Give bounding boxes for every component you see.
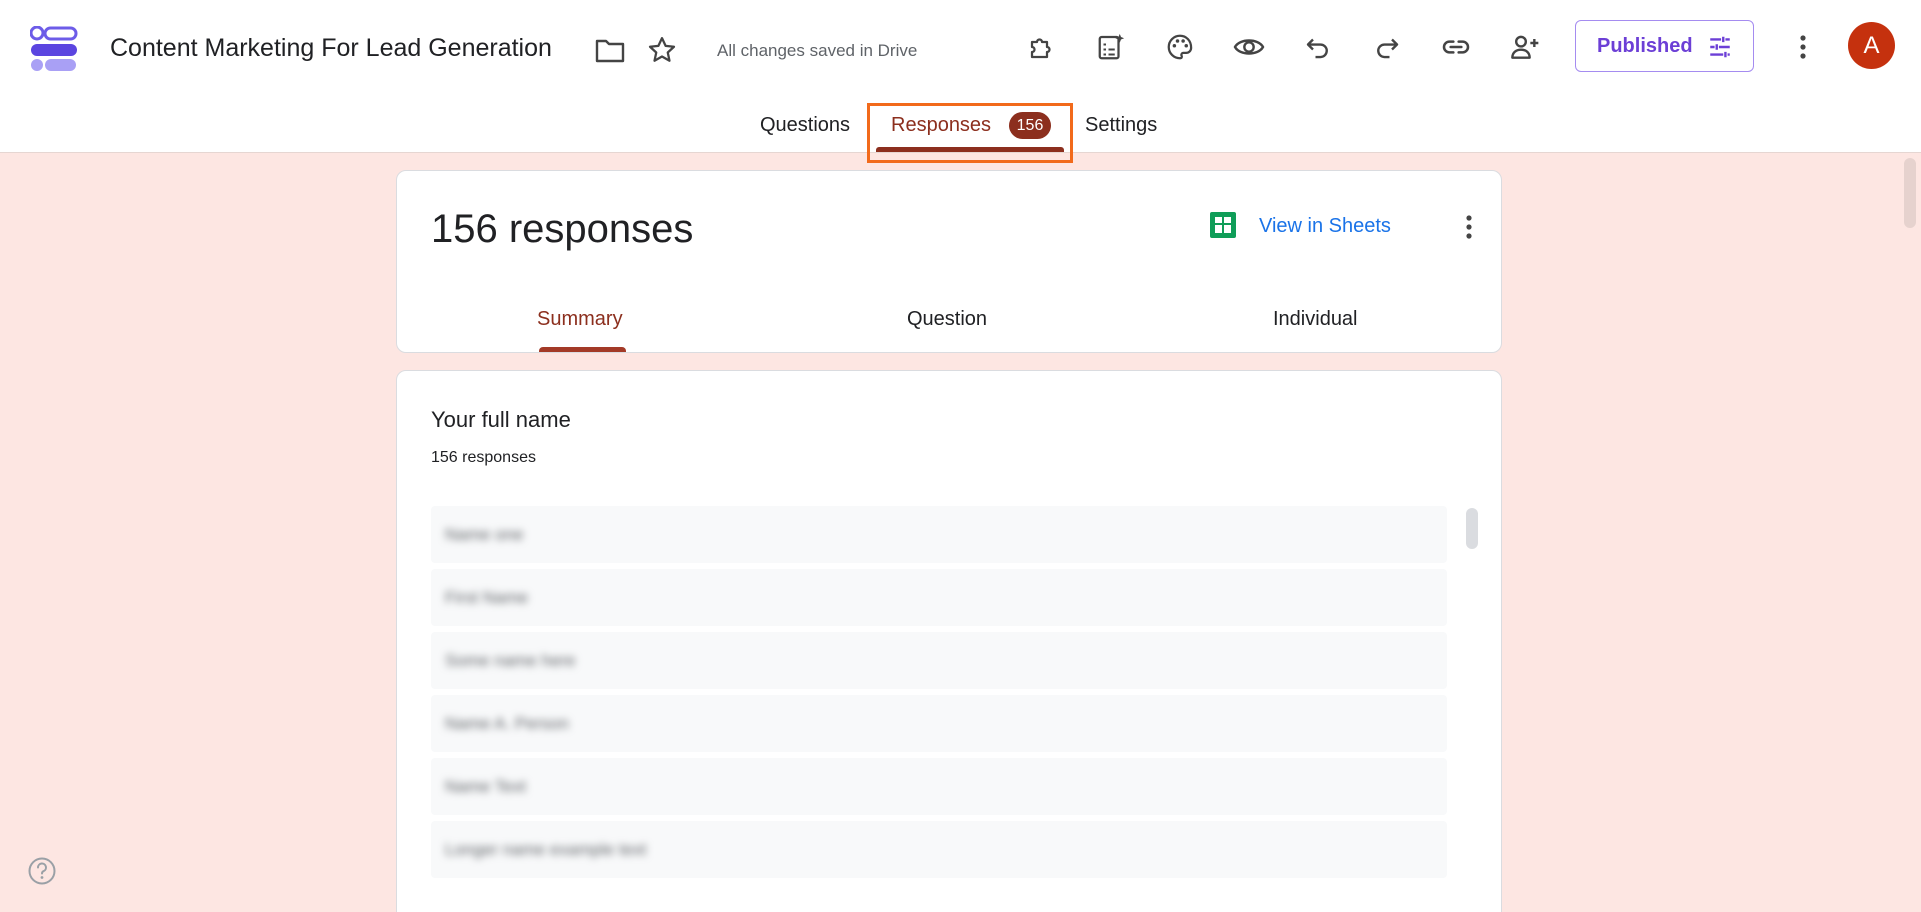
more-options-icon[interactable] — [1780, 24, 1826, 70]
response-text: Name Text — [445, 777, 526, 796]
list-item: Longer name example text — [431, 821, 1447, 878]
published-button[interactable]: Published — [1575, 20, 1754, 72]
published-label: Published — [1597, 34, 1693, 57]
response-text: Longer name example text — [445, 840, 647, 859]
question-summary-card: Your full name 156 responses Name one Fi… — [396, 370, 1502, 912]
app-header: Content Marketing For Lead Generation Al… — [0, 0, 1921, 163]
tab-questions[interactable]: Questions — [760, 114, 850, 137]
redo-icon[interactable] — [1364, 24, 1410, 70]
star-icon[interactable] — [644, 32, 680, 68]
response-list[interactable]: Name one First Name Some name here Name … — [431, 506, 1447, 912]
sheets-icon[interactable] — [1210, 212, 1236, 238]
question-title: Your full name — [431, 407, 571, 432]
list-item: First Name — [431, 569, 1447, 626]
responses-summary-card: 156 responses View in Sheets Summary Que… — [396, 170, 1502, 353]
save-status: All changes saved in Drive — [717, 41, 918, 60]
help-icon[interactable] — [27, 856, 57, 886]
undo-icon[interactable] — [1295, 24, 1341, 70]
sub-tab-individual[interactable]: Individual — [1273, 308, 1358, 331]
question-response-count: 156 responses — [431, 449, 536, 466]
responses-tab-highlight — [867, 103, 1073, 163]
response-text: Some name here — [445, 651, 576, 670]
list-item: Name one — [431, 506, 1447, 563]
page-scrollbar[interactable] — [1904, 158, 1916, 228]
palette-icon[interactable] — [1157, 24, 1203, 70]
sub-tab-question[interactable]: Question — [907, 308, 987, 331]
account-avatar[interactable]: A — [1848, 22, 1895, 69]
form-title[interactable]: Content Marketing For Lead Generation — [110, 34, 552, 63]
response-text: First Name — [445, 588, 529, 607]
add-collaborator-icon[interactable] — [1502, 24, 1548, 70]
list-item: Name A. Person — [431, 695, 1447, 752]
ai-summary-icon[interactable] — [1088, 24, 1134, 70]
response-text: Name one — [445, 525, 524, 544]
response-text: Name A. Person — [445, 714, 569, 733]
preview-icon[interactable] — [1226, 24, 1272, 70]
list-item: Some name here — [431, 632, 1447, 689]
tune-icon — [1710, 36, 1730, 58]
forms-logo-icon[interactable] — [30, 26, 80, 72]
response-list-scrollbar[interactable] — [1466, 508, 1478, 549]
active-sub-tab-indicator — [539, 347, 626, 352]
addons-icon[interactable] — [1019, 24, 1065, 70]
link-icon[interactable] — [1433, 24, 1479, 70]
sub-tab-summary[interactable]: Summary — [537, 308, 623, 331]
folder-icon[interactable] — [592, 32, 628, 68]
card-more-options-icon[interactable] — [1449, 207, 1489, 247]
list-item: Name Text — [431, 758, 1447, 815]
responses-count-heading: 156 responses — [431, 207, 694, 251]
tab-settings[interactable]: Settings — [1085, 114, 1157, 137]
view-in-sheets-link[interactable]: View in Sheets — [1259, 215, 1391, 238]
